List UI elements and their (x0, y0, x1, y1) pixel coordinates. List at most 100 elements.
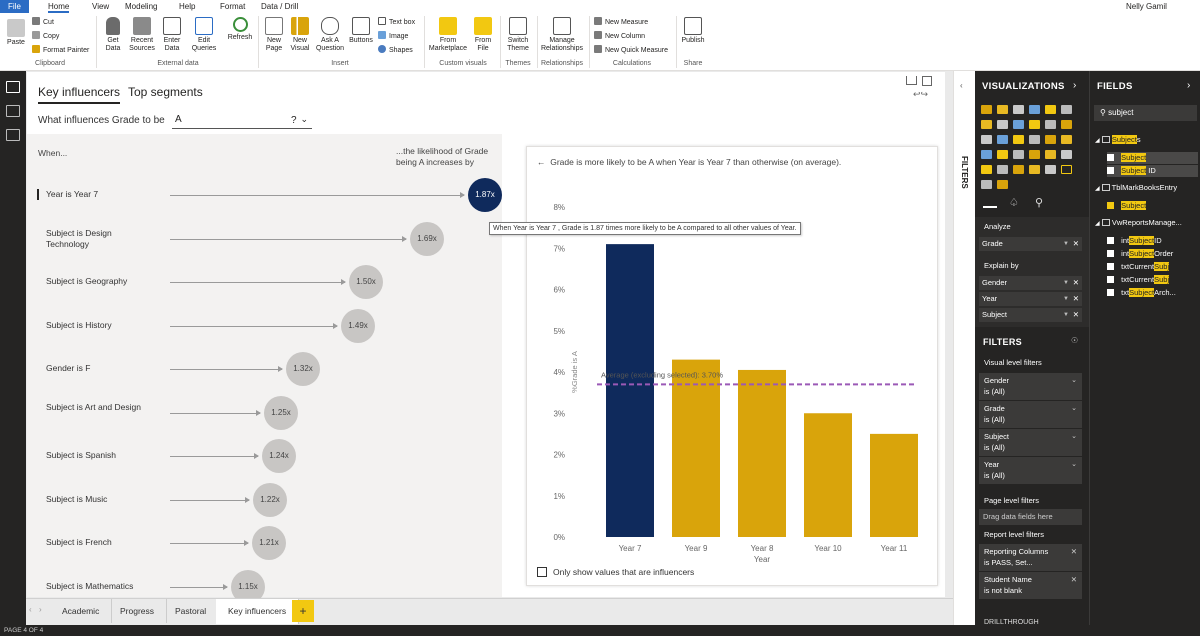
visual-filter-card[interactable]: Gender is (All) ⌄ (979, 373, 1082, 400)
visual-type-icon[interactable] (1045, 120, 1056, 129)
visual-type-icon[interactable] (1045, 165, 1056, 174)
page-tab-progress[interactable]: Progress (108, 599, 168, 623)
file-tab[interactable]: File (0, 0, 29, 13)
get-data-button[interactable]: Get Data (100, 17, 126, 53)
influencer-row[interactable]: Subject is Spanish 1.24x (46, 439, 486, 485)
from-file-button[interactable]: From File (470, 17, 496, 53)
visual-filter-card[interactable]: Grade is (All) ⌄ (979, 401, 1082, 428)
expand-icon[interactable]: ◢ (1095, 221, 1100, 227)
report-filter-card[interactable]: Reporting Columns is PASS, Set... ✕ (979, 544, 1082, 571)
field-item[interactable]: txtCurrentSubj (1107, 261, 1198, 273)
visual-type-icon[interactable] (1029, 135, 1040, 144)
visual-type-icon[interactable] (981, 165, 992, 174)
visual-type-icon[interactable] (997, 180, 1008, 189)
field-item[interactable]: txtSubjectArch... (1107, 287, 1198, 299)
visual-type-icon[interactable] (1013, 120, 1024, 129)
data-drill-tab[interactable]: Data / Drill (261, 0, 298, 13)
new-quick-measure-button[interactable]: New Quick Measure (594, 45, 668, 55)
visual-type-icon[interactable] (981, 105, 992, 114)
collapse-arrow-icon[interactable]: ‹ (960, 81, 963, 90)
edit-queries-button[interactable]: Edit Queries (189, 17, 219, 53)
visual-type-icon[interactable] (1013, 165, 1024, 174)
chevron-down-icon[interactable]: ▼ (1063, 308, 1069, 322)
eye-icon[interactable]: ☉ (1071, 336, 1078, 345)
remove-icon[interactable]: ✕ (1073, 237, 1079, 251)
expand-icon[interactable]: ◢ (1095, 186, 1100, 192)
influence-bubble[interactable]: 1.69x (410, 222, 444, 256)
chevron-down-icon[interactable]: ▼ (1063, 292, 1069, 306)
remove-icon[interactable]: ✕ (1073, 292, 1079, 306)
field-item[interactable]: intSubjectID (1107, 235, 1198, 247)
influencer-row[interactable]: Year is Year 7 1.87x (37, 178, 502, 224)
view-tab[interactable]: View (92, 0, 109, 13)
field-checkbox[interactable] (1107, 263, 1114, 270)
remove-icon[interactable]: ✕ (1071, 574, 1077, 585)
field-checkbox[interactable] (1107, 289, 1114, 296)
field-table[interactable]: ◢ VwReportsManage... (1095, 217, 1198, 229)
help-tab[interactable]: Help (179, 0, 195, 13)
visual-type-icon[interactable] (1061, 135, 1072, 144)
remove-icon[interactable]: ✕ (1071, 546, 1077, 557)
recent-sources-button[interactable]: Recent Sources (128, 17, 156, 53)
chevron-down-icon[interactable]: ⌄ (1071, 431, 1077, 442)
add-page-button[interactable]: + (292, 600, 314, 622)
key-influencers-visual[interactable]: Key influencers Top segments What influe… (27, 72, 945, 604)
influencer-row[interactable]: Subject is Geography 1.50x (46, 265, 486, 311)
ask-question-button[interactable]: Ask A Question (315, 17, 345, 53)
influencer-row[interactable]: Subject is Music 1.22x (46, 483, 486, 529)
shapes-button[interactable]: Shapes (378, 45, 413, 55)
visual-type-icon[interactable] (981, 135, 992, 144)
influence-bubble[interactable]: 1.24x (262, 439, 296, 473)
field-item[interactable]: Subject ID (1107, 165, 1198, 177)
visual-type-icon[interactable] (997, 105, 1008, 114)
explain-well-gender[interactable]: Gender ▼ ✕ (979, 276, 1082, 290)
text-box-button[interactable]: Text box (378, 17, 415, 27)
visual-type-icon[interactable] (1029, 120, 1040, 129)
field-checkbox[interactable] (1107, 202, 1114, 209)
field-checkbox[interactable] (1107, 167, 1114, 174)
visual-type-icon[interactable] (1013, 105, 1024, 114)
chevron-down-icon[interactable]: ⌄ (1071, 403, 1077, 414)
visual-type-icon[interactable] (997, 135, 1008, 144)
explain-well-year[interactable]: Year ▼ ✕ (979, 292, 1082, 306)
page-tab-academic[interactable]: Academic (50, 599, 113, 623)
influence-bubble[interactable]: 1.25x (264, 396, 298, 430)
chevron-down-icon[interactable]: ▼ (1063, 276, 1069, 290)
visual-type-icon[interactable] (1029, 150, 1040, 159)
copy-button[interactable]: Copy (32, 31, 59, 41)
enter-data-button[interactable]: Enter Data (159, 17, 185, 53)
fields-search-input[interactable]: ⚲ subject (1094, 105, 1197, 121)
visual-type-icon[interactable] (1045, 135, 1056, 144)
visual-type-icon[interactable] (1029, 105, 1040, 114)
user-name[interactable]: Nelly Gamil (1126, 0, 1167, 13)
page-tab-pastoral[interactable]: Pastoral (163, 599, 220, 623)
visual-type-icon[interactable] (1029, 165, 1040, 174)
chevron-down-icon[interactable]: ▼ (1063, 237, 1069, 251)
visual-type-icon[interactable] (997, 165, 1008, 174)
visual-type-icon[interactable] (1061, 150, 1072, 159)
influencer-row[interactable]: Subject is Design Technology 1.69x (46, 222, 486, 268)
explain-well-subject[interactable]: Subject ▼ ✕ (979, 308, 1082, 322)
visual-type-icon[interactable] (981, 180, 992, 189)
influence-bubble[interactable]: 1.49x (341, 309, 375, 343)
report-filter-card[interactable]: Student Name is not blank ✕ (979, 572, 1082, 599)
remove-icon[interactable]: ✕ (1073, 276, 1079, 290)
switch-theme-button[interactable]: Switch Theme (503, 17, 533, 53)
field-checkbox[interactable] (1107, 237, 1114, 244)
influencer-row[interactable]: Subject is History 1.49x (46, 309, 486, 355)
visual-type-icon[interactable] (1013, 150, 1024, 159)
field-item[interactable]: Subject (1107, 200, 1198, 212)
visual-type-icon[interactable] (997, 120, 1008, 129)
format-painter-button[interactable]: Format Painter (32, 45, 89, 55)
chevron-down-icon[interactable]: ⌄ (1071, 375, 1077, 386)
new-visual-button[interactable]: New Visual (288, 17, 312, 53)
influencer-row[interactable]: Subject is Art and Design 1.25x (46, 396, 486, 442)
influence-bubble[interactable]: 1.21x (252, 526, 286, 560)
new-page-button[interactable]: New Page (262, 17, 286, 53)
visual-type-icon[interactable] (1061, 165, 1072, 174)
drill-icons[interactable]: ↩↪ (913, 89, 928, 100)
visual-type-icon[interactable] (1045, 105, 1056, 114)
visual-type-icon[interactable] (1061, 105, 1072, 114)
data-view-icon[interactable] (6, 105, 20, 117)
filter-icon[interactable] (906, 76, 917, 85)
